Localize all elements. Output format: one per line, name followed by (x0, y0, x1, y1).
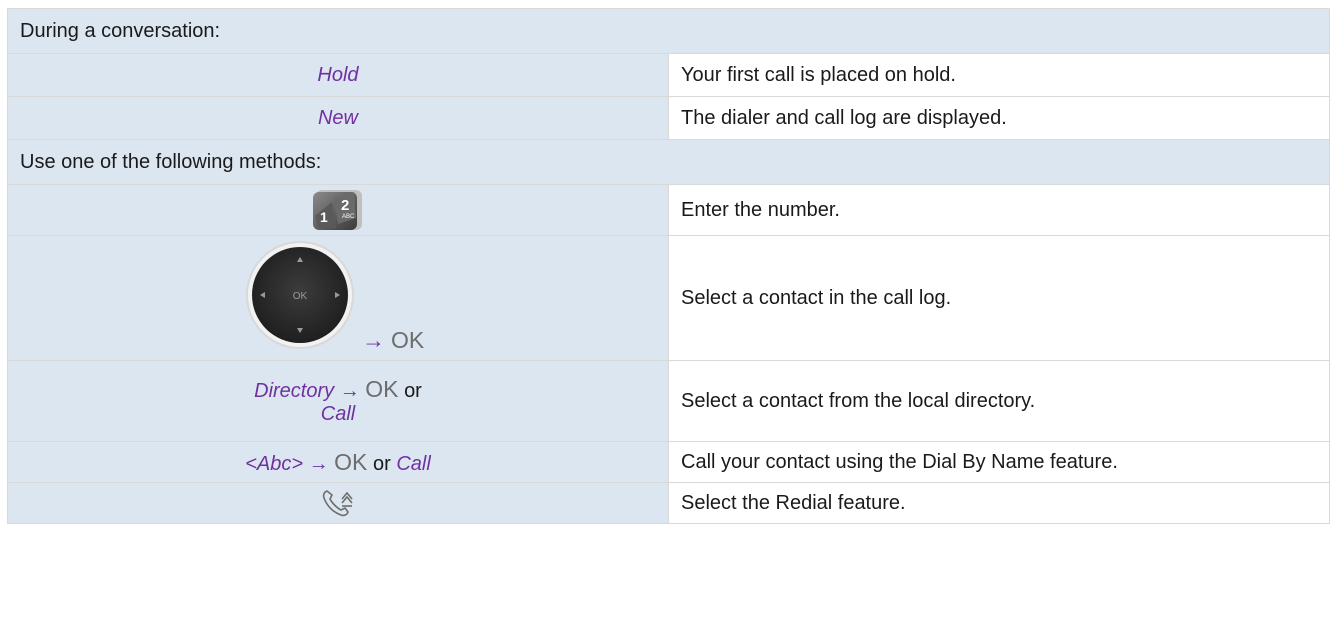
or-text: or (404, 380, 422, 402)
table-row: Select the Redial feature. (7, 482, 1330, 524)
section-title: During a conversation: (7, 8, 1330, 54)
section-header-methods: Use one of the following methods: (7, 139, 1330, 185)
ok-text: OK (391, 327, 425, 353)
table-row: New The dialer and call log are displaye… (7, 96, 1330, 140)
svg-text:ABC: ABC (342, 214, 355, 220)
action-cell: Hold (7, 53, 669, 97)
keypad-icon: 1 2 ABC (313, 190, 362, 230)
description-cell: Select a contact in the call log. (668, 235, 1330, 361)
or-text: or (372, 452, 391, 475)
action-cell: <Abc> → OK or Call (7, 441, 669, 483)
arrow-icon: → (362, 327, 385, 353)
table-row: 1 2 ABC Enter the number. (7, 184, 1330, 236)
arrow-icon: → (308, 452, 329, 475)
ok-text: OK (365, 376, 399, 402)
arrow-icon: → (339, 380, 360, 402)
svg-text:2: 2 (341, 197, 349, 214)
abc-softkey-label: <Abc> (245, 452, 304, 475)
procedure-table-wrapper: During a conversation: Hold Your first c… (7, 8, 1330, 524)
table-row: <Abc> → OK or Call Call your contact usi… (7, 441, 1330, 483)
procedure-table: During a conversation: Hold Your first c… (7, 8, 1330, 524)
table-row: Directory → OK or Call Select a contact … (7, 360, 1330, 442)
call-softkey-label: Call (320, 403, 356, 425)
action-cell: New (7, 96, 669, 140)
navigator-center-label: OK (293, 291, 308, 302)
section-title: Use one of the following methods: (7, 139, 1330, 185)
action-cell: Directory → OK or Call (7, 360, 669, 442)
table-row: Hold Your first call is placed on hold. (7, 53, 1330, 97)
description-cell: Select the Redial feature. (668, 482, 1330, 524)
description-cell: Enter the number. (668, 184, 1330, 236)
table-row: OK → OK Select a contact in the call log. (7, 235, 1330, 361)
navigator-icon: OK (246, 241, 354, 349)
section-header-conversation: During a conversation: (7, 8, 1330, 54)
navigator-ok-label: → OK (362, 327, 424, 354)
description-cell: The dialer and call log are displayed. (668, 96, 1330, 140)
hold-softkey-label: Hold (317, 63, 359, 86)
description-cell: Call your contact using the Dial By Name… (668, 441, 1330, 483)
directory-softkey-label: Directory (254, 380, 335, 402)
call-softkey-label: Call (396, 452, 431, 475)
redial-icon (322, 490, 353, 517)
ok-text: OK (334, 448, 368, 475)
navigator-group: OK → OK (238, 239, 438, 357)
svg-text:1: 1 (320, 209, 328, 225)
action-cell: 1 2 ABC (7, 184, 669, 236)
description-cell: Your first call is placed on hold. (668, 53, 1330, 97)
action-cell: OK → OK (7, 235, 669, 361)
action-cell (7, 482, 669, 524)
description-cell: Select a contact from the local director… (668, 360, 1330, 442)
new-softkey-label: New (317, 106, 358, 129)
